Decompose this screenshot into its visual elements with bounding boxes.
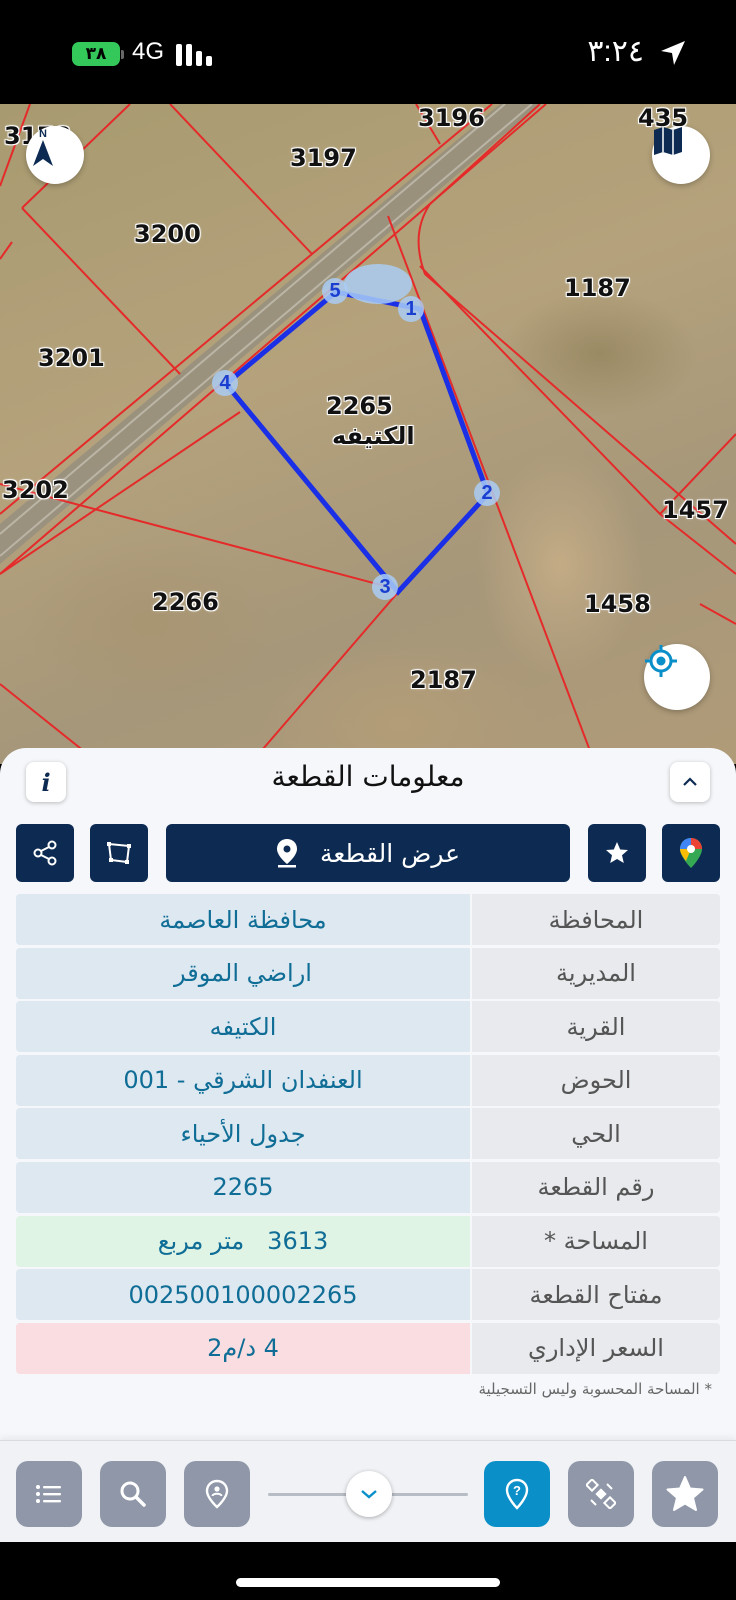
home-indicator-area [0, 1542, 736, 1600]
google-maps-icon [680, 838, 702, 868]
parcel-key-label: مفتاح القطعة [472, 1269, 720, 1321]
neighborhood-label: الحي [472, 1108, 720, 1160]
parcel-key-value: 002500100002265 [16, 1269, 470, 1321]
collapse-panel-button[interactable] [670, 762, 710, 802]
directorate-value: اراضي الموقر [16, 947, 470, 999]
area-label: المساحة * [472, 1215, 720, 1267]
north-compass-button[interactable]: N [26, 126, 84, 184]
table-row: 3613 متر مربع المساحة * [16, 1215, 720, 1267]
parcel-number[interactable]: 3202 [2, 476, 69, 504]
network-type: 4G [132, 38, 165, 65]
map-layers-icon [654, 127, 682, 155]
action-bar: عرض القطعة [0, 824, 736, 882]
parcel-number[interactable]: 2266 [152, 588, 219, 616]
parcel-number[interactable]: 3200 [134, 220, 201, 248]
admin-price-label: السعر الإداري [472, 1322, 720, 1374]
governorate-value: محافظة العاصمة [16, 894, 470, 945]
village-label: القرية [472, 1001, 720, 1053]
vertex-marker[interactable]: 5 [322, 278, 348, 304]
table-row: العنفدان الشرقي - 001 الحوض [16, 1054, 720, 1106]
parcel-number[interactable]: 1187 [564, 274, 631, 302]
list-button[interactable] [16, 1461, 82, 1527]
locate-me-icon [645, 645, 677, 677]
favorites-star-icon [666, 1476, 704, 1511]
share-icon [33, 840, 57, 866]
show-parcel-label: عرض القطعة [319, 838, 461, 868]
bottom-toolbar: ? [0, 1440, 736, 1542]
parcel-number[interactable]: 3201 [38, 344, 105, 372]
table-row: الكتيفه القرية [16, 1001, 720, 1053]
neighborhood-value: جدول الأحياء [16, 1108, 470, 1160]
parcel-number[interactable]: 1458 [584, 590, 651, 618]
chevron-up-icon [683, 777, 697, 786]
search-button[interactable] [100, 1461, 166, 1527]
search-icon [120, 1481, 146, 1507]
svg-text:?: ? [513, 1483, 521, 1498]
battery-indicator: ٣٨ [72, 42, 120, 66]
parcel-number[interactable]: 2187 [410, 666, 477, 694]
clock: ٣:٢٤ [587, 35, 644, 68]
panel-title: معلومات القطعة [271, 760, 465, 793]
vertex-marker[interactable]: 1 [398, 296, 424, 322]
parcel-map[interactable]: 3178 3196 435 3197 3200 1187 3201 2265 ا… [0, 104, 736, 764]
basin-value: العنفدان الشرقي - 001 [16, 1054, 470, 1106]
directorate-label: المديرية [472, 947, 720, 999]
road-edge [0, 104, 533, 557]
parcel-number[interactable]: 3197 [290, 144, 357, 172]
svg-text:N: N [39, 128, 47, 140]
locate-me-button[interactable] [644, 644, 710, 710]
table-row: جدول الأحياء الحي [16, 1108, 720, 1160]
parcel-number[interactable]: 3196 [418, 104, 485, 132]
table-row: 002500100002265 مفتاح القطعة [16, 1269, 720, 1321]
area-footnote: * المساحة المحسوبة وليس التسجيلية [478, 1380, 712, 1398]
north-compass-icon: N [33, 128, 53, 166]
table-row: اراضي الموقر المديرية [16, 947, 720, 999]
signal-icon [176, 44, 212, 66]
satellite-icon [586, 1479, 616, 1509]
basin-label: الحوض [472, 1054, 720, 1106]
parcel-number-label: رقم القطعة [472, 1161, 720, 1213]
my-location-pin-button[interactable] [184, 1461, 250, 1527]
area-value: 3613 متر مربع [16, 1215, 470, 1267]
parcel-info-panel: i معلومات القطعة عرض القطعة محافظة العاص… [0, 748, 736, 1440]
polygon-icon [107, 842, 131, 864]
table-row: 4 د/م2 السعر الإداري [16, 1322, 720, 1374]
parcel-number[interactable]: 1457 [662, 496, 729, 524]
vertex-marker[interactable]: 2 [474, 480, 500, 506]
home-indicator[interactable] [236, 1578, 500, 1587]
map-layers-button[interactable] [652, 126, 710, 184]
show-parcel-button[interactable]: عرض القطعة [166, 824, 570, 882]
location-question-icon: ? [505, 1478, 529, 1510]
battery-level: ٣٨ [85, 44, 107, 64]
status-bar: ٣٨ 4G ٣:٢٤ [0, 0, 736, 104]
star-icon [606, 842, 628, 863]
parcel-query-button[interactable]: ? [484, 1461, 550, 1527]
favorite-button[interactable] [588, 824, 646, 882]
vertex-marker[interactable]: 3 [372, 574, 398, 600]
panel-slider-knob[interactable] [346, 1471, 392, 1517]
table-row: 2265 رقم القطعة [16, 1161, 720, 1213]
pin-person-icon [205, 1479, 229, 1509]
table-row: محافظة العاصمة المحافظة [16, 894, 720, 945]
governorate-label: المحافظة [472, 894, 720, 945]
location-arrow-icon [661, 41, 685, 65]
battery-tip [121, 50, 124, 59]
satellite-button[interactable] [568, 1461, 634, 1527]
selected-parcel-number[interactable]: 2265 [326, 392, 393, 420]
share-button[interactable] [16, 824, 74, 882]
chevron-down-icon [361, 1490, 377, 1499]
selected-parcel-name: الكتيفه [332, 422, 415, 450]
draw-polygon-button[interactable] [90, 824, 148, 882]
parcel-details-table: محافظة العاصمة المحافظة اراضي الموقر الم… [16, 894, 720, 1376]
parcel-number-value: 2265 [16, 1161, 470, 1213]
vertex-marker[interactable]: 4 [212, 370, 238, 396]
village-value: الكتيفه [16, 1001, 470, 1053]
road [0, 104, 540, 564]
list-icon [36, 1485, 61, 1503]
google-maps-button[interactable] [662, 824, 720, 882]
map-pin-icon [276, 839, 297, 868]
admin-price-value: 4 د/م2 [16, 1322, 470, 1374]
favorites-button[interactable] [652, 1461, 718, 1527]
